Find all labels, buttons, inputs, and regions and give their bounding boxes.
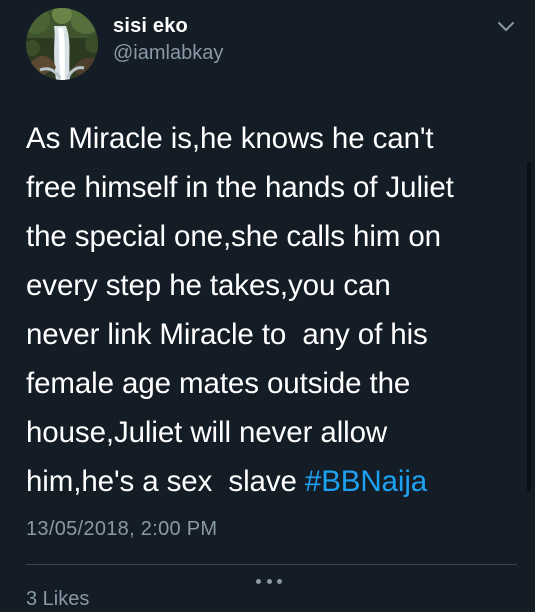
tweet-line: free himself in the hands of Juliet — [26, 171, 454, 204]
tweet-text: As Miracle is,he knows he can't free him… — [26, 114, 521, 506]
hashtag-link[interactable]: #BBNaija — [305, 465, 427, 498]
handle[interactable]: @iamlabkay — [113, 41, 223, 65]
avatar[interactable] — [26, 8, 98, 80]
waterfall-avatar-icon — [26, 8, 98, 80]
tweet-line: every step he takes,you can — [26, 269, 391, 302]
dot — [266, 578, 272, 584]
tweet-line: never link Miracle to any of his — [26, 318, 428, 351]
tweet-line: female age mates outside the — [26, 367, 411, 400]
tweet-line: As Miracle is,he knows he can't — [26, 122, 434, 155]
tweet-line: the special one,she calls him on — [26, 220, 441, 253]
timestamp[interactable]: 13/05/2018, 2:00 PM — [26, 516, 217, 542]
dot — [277, 578, 282, 584]
author-block[interactable]: sisi eko @iamlabkay — [113, 14, 223, 65]
chevron-down-icon[interactable] — [497, 20, 515, 32]
tweet-line-text: him,he's a sex slave — [26, 465, 305, 498]
divider — [26, 564, 517, 565]
tweet-detail: sisi eko @iamlabkay As Miracle is,he kno… — [0, 0, 535, 610]
more-options-icon[interactable] — [256, 577, 282, 585]
likes-count[interactable]: 3 Likes — [26, 586, 89, 612]
dot — [256, 578, 261, 584]
tweet-line: house,Juliet will never allow — [26, 416, 388, 449]
tweet-line-last: him,he's a sex slave #BBNaija — [26, 457, 521, 506]
scrollbar[interactable] — [527, 162, 531, 492]
display-name[interactable]: sisi eko — [113, 14, 223, 38]
